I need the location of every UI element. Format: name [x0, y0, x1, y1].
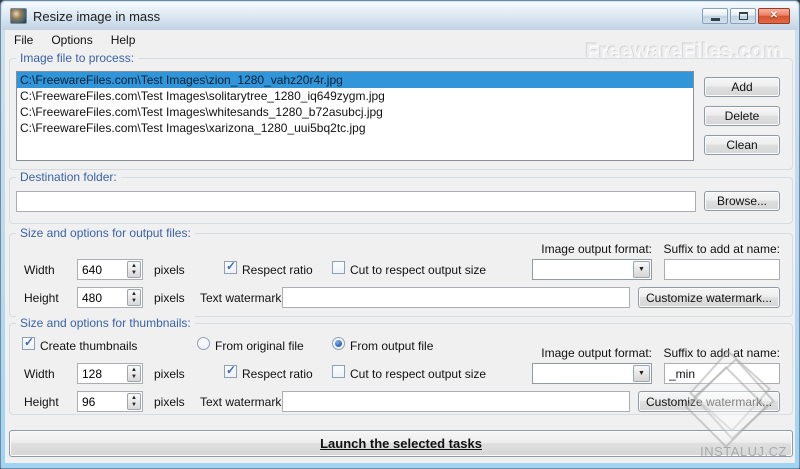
thumb-respect-ratio-label: Respect ratio: [242, 367, 313, 381]
pixels-label: pixels: [154, 291, 185, 305]
from-original-radio[interactable]: [197, 337, 210, 350]
app-window: Resize image in mass ✕ File Options Help…: [0, 0, 800, 469]
spin-up-icon: ▲: [131, 290, 137, 297]
thumb-customize-watermark-button[interactable]: Customize watermark...: [638, 391, 780, 412]
combo-arrow-button[interactable]: ▼: [633, 365, 650, 382]
file-group-label: Image file to process:: [16, 51, 139, 65]
customize-watermark-button[interactable]: Customize watermark...: [638, 287, 780, 308]
thumbnails-group-label: Size and options for thumbnails:: [16, 316, 195, 330]
from-output-label: From output file: [350, 339, 434, 353]
width-label: Width: [24, 263, 55, 277]
thumb-format-combobox[interactable]: ▼: [532, 363, 652, 384]
from-output-radio[interactable]: [332, 337, 345, 350]
format-label: Image output format:: [541, 242, 652, 256]
thumb-width-spinner: ▲▼: [77, 363, 143, 384]
width-spinner: ▲▼: [77, 259, 143, 280]
chevron-down-icon: ▼: [638, 370, 645, 377]
list-item[interactable]: C:\FreewareFiles.com\Test Images\whitesa…: [17, 104, 693, 120]
spin-down-icon: ▼: [131, 269, 137, 276]
thumb-height-spinner: ▲▼: [77, 391, 143, 412]
combo-arrow-button[interactable]: ▼: [633, 261, 650, 278]
list-item[interactable]: C:\FreewareFiles.com\Test Images\solitar…: [17, 88, 693, 104]
close-icon: ✕: [769, 10, 779, 21]
minimize-button[interactable]: [702, 8, 728, 24]
from-original-label: From original file: [215, 339, 304, 353]
thumb-suffix-label: Suffix to add at name:: [663, 346, 780, 360]
spin-up-icon: ▲: [131, 394, 137, 401]
create-thumbnails-checkbox[interactable]: [22, 335, 35, 350]
create-thumbnails-label: Create thumbnails: [40, 339, 138, 353]
app-icon: [10, 8, 27, 24]
chevron-down-icon: ▼: [638, 266, 645, 273]
menu-help[interactable]: Help: [102, 30, 145, 50]
delete-button[interactable]: Delete: [704, 106, 780, 126]
browse-button[interactable]: Browse...: [704, 191, 780, 211]
cut-checkbox[interactable]: [332, 261, 345, 274]
file-group: Image file to process: C:\FreewareFiles.…: [9, 51, 793, 170]
width-label: Width: [24, 367, 55, 381]
add-button[interactable]: Add: [704, 77, 780, 97]
spin-buttons[interactable]: ▲ ▼: [127, 289, 141, 306]
cut-label: Cut to respect output size: [350, 263, 487, 277]
output-group: Size and options for output files: Width…: [9, 226, 793, 317]
spin-down-icon: ▼: [131, 373, 137, 380]
minimize-icon: [710, 18, 720, 21]
titlebar[interactable]: Resize image in mass ✕: [2, 2, 798, 30]
pixels-label: pixels: [154, 395, 185, 409]
clean-button[interactable]: Clean: [704, 135, 780, 155]
spin-down-icon: ▼: [131, 401, 137, 408]
file-listbox[interactable]: C:\FreewareFiles.com\Test Images\zion_12…: [16, 71, 694, 161]
respect-ratio-checkbox[interactable]: [224, 259, 237, 274]
list-item[interactable]: C:\FreewareFiles.com\Test Images\zion_12…: [17, 72, 693, 88]
maximize-button[interactable]: [730, 8, 756, 24]
thumb-respect-ratio-checkbox[interactable]: [224, 363, 237, 378]
height-label: Height: [24, 395, 59, 409]
list-item[interactable]: C:\FreewareFiles.com\Test Images\xarizon…: [17, 120, 693, 136]
maximize-icon: [738, 12, 748, 20]
window-title: Resize image in mass: [33, 8, 161, 24]
spin-down-icon: ▼: [131, 297, 137, 304]
text-watermark-label: Text watermark:: [200, 291, 285, 305]
format-combobox[interactable]: ▼: [532, 259, 652, 280]
thumb-cut-checkbox[interactable]: [332, 365, 345, 378]
destination-input[interactable]: [16, 191, 696, 212]
menu-bar: File Options Help: [5, 30, 795, 50]
spin-up-icon: ▲: [131, 366, 137, 373]
thumb-text-watermark-label: Text watermark:: [200, 395, 285, 409]
client-area: File Options Help FreewareFiles.com Imag…: [5, 30, 795, 463]
destination-label: Destination folder:: [16, 170, 121, 184]
menu-options[interactable]: Options: [42, 30, 101, 50]
thumb-text-watermark-input[interactable]: [282, 391, 630, 412]
output-group-label: Size and options for output files:: [16, 226, 195, 240]
suffix-label: Suffix to add at name:: [663, 242, 780, 256]
suffix-input[interactable]: [664, 259, 780, 280]
destination-group: Destination folder: Browse...: [9, 170, 793, 224]
thumb-format-label: Image output format:: [541, 346, 652, 360]
spin-buttons[interactable]: ▲ ▼: [127, 393, 141, 410]
spin-buttons[interactable]: ▲ ▼: [127, 261, 141, 278]
thumbnails-group: Size and options for thumbnails: Create …: [9, 316, 793, 415]
spin-up-icon: ▲: [131, 262, 137, 269]
height-spinner: ▲▼: [77, 287, 143, 308]
menu-file[interactable]: File: [5, 30, 42, 50]
window-controls: ✕: [702, 8, 790, 24]
thumb-suffix-input[interactable]: [664, 363, 780, 384]
spin-buttons[interactable]: ▲ ▼: [127, 365, 141, 382]
thumb-cut-label: Cut to respect output size: [350, 367, 487, 381]
text-watermark-input[interactable]: [282, 287, 630, 308]
close-button[interactable]: ✕: [758, 8, 790, 24]
launch-tasks-button[interactable]: Launch the selected tasks: [9, 430, 793, 457]
respect-ratio-label: Respect ratio: [242, 263, 313, 277]
height-label: Height: [24, 291, 59, 305]
pixels-label: pixels: [154, 263, 185, 277]
pixels-label: pixels: [154, 367, 185, 381]
